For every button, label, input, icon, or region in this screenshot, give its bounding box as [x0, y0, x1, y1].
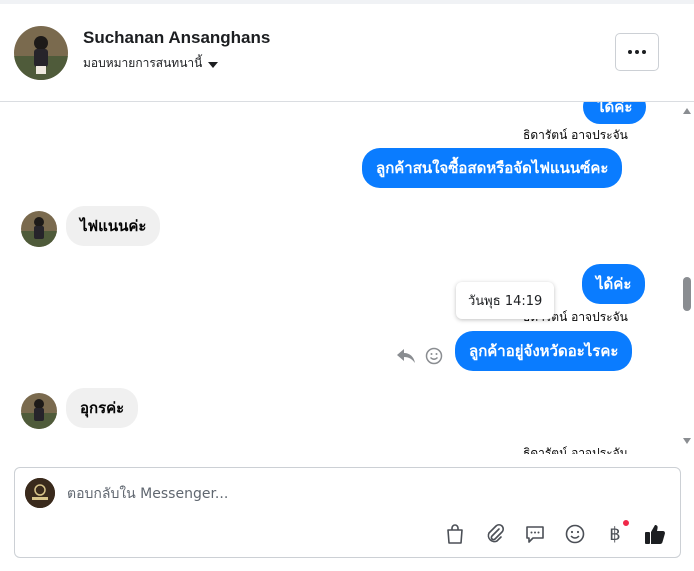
- sender-label: ธิดารัตน์ อาจประจัน: [523, 446, 628, 454]
- contact-avatar-small[interactable]: [21, 393, 57, 429]
- baht-symbol: ฿: [609, 523, 621, 545]
- emoji-icon[interactable]: [562, 521, 588, 547]
- message-bubble-outgoing[interactable]: ลูกค้าสนใจซื้อสดหรือจัดไฟแนนซ์คะ: [362, 148, 623, 188]
- message-bubble-outgoing[interactable]: ลูกค้าอยู่จังหวัดอะไรคะ: [455, 331, 633, 371]
- message-bubble-outgoing[interactable]: ได้ค่ะ: [582, 264, 646, 304]
- message-actions: [396, 346, 444, 366]
- thumbs-up-icon[interactable]: [642, 521, 668, 547]
- thread-scrollbar[interactable]: [680, 102, 694, 454]
- assign-conversation-dropdown[interactable]: มอบหมายการสนทนานี้: [83, 54, 219, 73]
- caret-down-icon: [208, 61, 219, 68]
- message-bubble-incoming[interactable]: อุกรค่ะ: [66, 388, 139, 428]
- message-thread[interactable]: ได้ค่ะ ธิดารัตน์ อาจประจัน ลูกค้าสนใจซื้…: [0, 102, 680, 454]
- sender-label: ธิดารัตน์ อาจประจัน: [523, 128, 628, 142]
- page-avatar: [25, 478, 55, 508]
- baht-payment-icon[interactable]: ฿: [602, 519, 630, 547]
- more-horizontal-icon: [628, 50, 632, 54]
- reply-composer: ฿: [14, 467, 681, 558]
- message-bubble-outgoing[interactable]: ได้ค่ะ: [583, 102, 647, 124]
- scroll-up-arrow-icon[interactable]: [683, 108, 691, 114]
- composer-toolbar: ฿: [442, 519, 668, 547]
- conversation-header: Suchanan Ansanghans มอบหมายการสนทนานี้: [0, 4, 694, 102]
- more-options-button[interactable]: [615, 33, 659, 71]
- contact-name[interactable]: Suchanan Ansanghans: [83, 28, 270, 48]
- message-bubble-incoming[interactable]: ไฟแนนค่ะ: [66, 206, 161, 246]
- react-emoji-icon[interactable]: [424, 346, 444, 366]
- more-dot: [635, 50, 639, 54]
- timestamp-tooltip: วันพุธ 14:19: [456, 282, 555, 319]
- saved-reply-icon[interactable]: [522, 521, 548, 547]
- reply-input[interactable]: [67, 482, 657, 506]
- scroll-down-arrow-icon[interactable]: [683, 438, 691, 444]
- attachment-icon[interactable]: [482, 521, 508, 547]
- contact-avatar-small[interactable]: [21, 211, 57, 247]
- notification-dot: [622, 519, 630, 527]
- assign-conversation-label: มอบหมายการสนทนานี้: [83, 56, 203, 70]
- messenger-conversation-panel: Suchanan Ansanghans มอบหมายการสนทนานี้ ไ…: [0, 0, 694, 571]
- reply-icon[interactable]: [396, 346, 416, 366]
- more-dot: [642, 50, 646, 54]
- shopping-bag-icon[interactable]: [442, 521, 468, 547]
- scroll-thumb[interactable]: [683, 277, 691, 311]
- contact-avatar[interactable]: [14, 26, 68, 80]
